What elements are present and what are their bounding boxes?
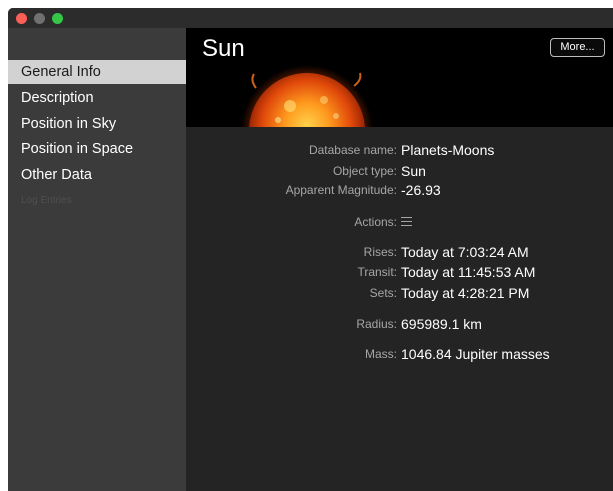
field-label: Transit:	[357, 265, 397, 279]
field-value: 695989.1 km	[401, 316, 482, 332]
app-window: General Info Description Position in Sky…	[8, 8, 613, 491]
field-value: Today at 11:45:53 AM	[401, 264, 536, 280]
info-row-actions: Actions:	[186, 212, 613, 232]
field-value: Today at 7:03:24 AM	[401, 244, 529, 260]
field-value: Today at 4:28:21 PM	[401, 285, 530, 301]
info-row-rises: Rises: Today at 7:03:24 AM	[186, 242, 613, 262]
zoom-window-button[interactable]	[52, 13, 63, 24]
close-window-button[interactable]	[16, 13, 27, 24]
title-bar	[8, 8, 613, 28]
sidebar-item-log-entries: Log Entries	[21, 195, 72, 206]
sidebar-item-general-info[interactable]: General Info	[8, 60, 186, 84]
info-row-apparent-magnitude: Apparent Magnitude: -26.93	[186, 180, 613, 200]
info-row-database-name: Database name: Planets-Moons	[186, 140, 613, 160]
sidebar-item-position-in-sky[interactable]: Position in Sky	[8, 112, 186, 136]
info-row-mass: Mass: 1046.84 Jupiter masses	[186, 344, 613, 364]
more-button[interactable]: More...	[550, 38, 605, 57]
field-label: Database name:	[308, 143, 397, 157]
field-label: Radius:	[356, 317, 397, 331]
sidebar-item-position-in-space[interactable]: Position in Space	[8, 137, 186, 161]
field-label: Object type:	[332, 164, 397, 178]
info-row-sets: Sets: Today at 4:28:21 PM	[186, 283, 613, 303]
field-label: Actions:	[354, 215, 397, 229]
object-title: Sun	[202, 35, 245, 62]
sidebar-item-description[interactable]: Description	[8, 86, 186, 110]
object-header: Sun More...	[186, 28, 613, 127]
field-value: 1046.84 Jupiter masses	[401, 346, 550, 362]
field-label: Rises:	[363, 245, 397, 259]
info-row-transit: Transit: Today at 11:45:53 AM	[186, 262, 613, 282]
minimize-window-button[interactable]	[34, 13, 45, 24]
info-row-object-type: Object type: Sun	[186, 161, 613, 181]
sidebar-item-other-data[interactable]: Other Data	[8, 163, 186, 187]
sun-image	[241, 65, 373, 127]
sidebar: General Info Description Position in Sky…	[8, 28, 186, 491]
field-label: Apparent Magnitude:	[285, 183, 397, 197]
field-value: Planets-Moons	[401, 142, 495, 158]
menu-icon[interactable]	[401, 217, 412, 227]
field-label: Mass:	[364, 347, 397, 361]
field-value: Sun	[401, 163, 426, 179]
field-value: -26.93	[401, 182, 441, 198]
main-panel: Sun More... Database name: Planets-Moons…	[186, 28, 613, 491]
field-label: Sets:	[369, 286, 397, 300]
info-row-radius: Radius: 695989.1 km	[186, 314, 613, 334]
